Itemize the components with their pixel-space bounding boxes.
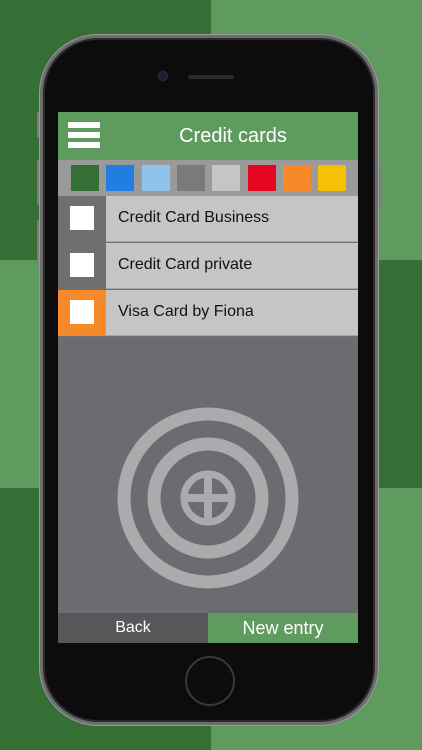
back-button[interactable]: Back: [58, 613, 208, 643]
color-swatch-red[interactable]: [248, 165, 276, 191]
entry-color-tag: [58, 290, 106, 336]
front-camera: [158, 71, 168, 81]
card-icon: [70, 300, 94, 324]
color-swatch-blue[interactable]: [106, 165, 134, 191]
list-item[interactable]: Visa Card by Fiona: [58, 290, 358, 336]
header-bar: Credit cards: [58, 112, 358, 160]
add-circle-icon[interactable]: [113, 403, 303, 593]
earpiece-speaker: [188, 75, 234, 79]
list-item[interactable]: Credit Card private: [58, 243, 358, 289]
empty-content-area: [58, 338, 358, 613]
color-swatch-gray[interactable]: [177, 165, 205, 191]
color-swatch-light-gray[interactable]: [212, 165, 240, 191]
entry-color-tag: [58, 243, 106, 289]
bottom-toolbar: Back New entry: [58, 613, 358, 643]
entry-label: Credit Card private: [118, 256, 253, 273]
page-title: Credit cards: [179, 125, 287, 147]
entry-color-tag: [58, 196, 106, 242]
new-entry-button[interactable]: New entry: [208, 613, 358, 643]
color-swatch-dark-green[interactable]: [71, 165, 99, 191]
app-screen: Credit cards Credit Card Business Credit…: [58, 112, 358, 643]
entry-label: Visa Card by Fiona: [118, 303, 254, 320]
color-swatch-orange[interactable]: [283, 165, 311, 191]
home-button[interactable]: [185, 656, 235, 706]
color-swatch-light-blue[interactable]: [142, 165, 170, 191]
color-filter-bar: [58, 160, 358, 196]
list-item[interactable]: Credit Card Business: [58, 196, 358, 242]
card-icon: [70, 206, 94, 230]
card-icon: [70, 253, 94, 277]
color-swatch-yellow[interactable]: [318, 165, 346, 191]
cards-stack-icon[interactable]: [68, 122, 100, 150]
entry-label: Credit Card Business: [118, 209, 270, 226]
